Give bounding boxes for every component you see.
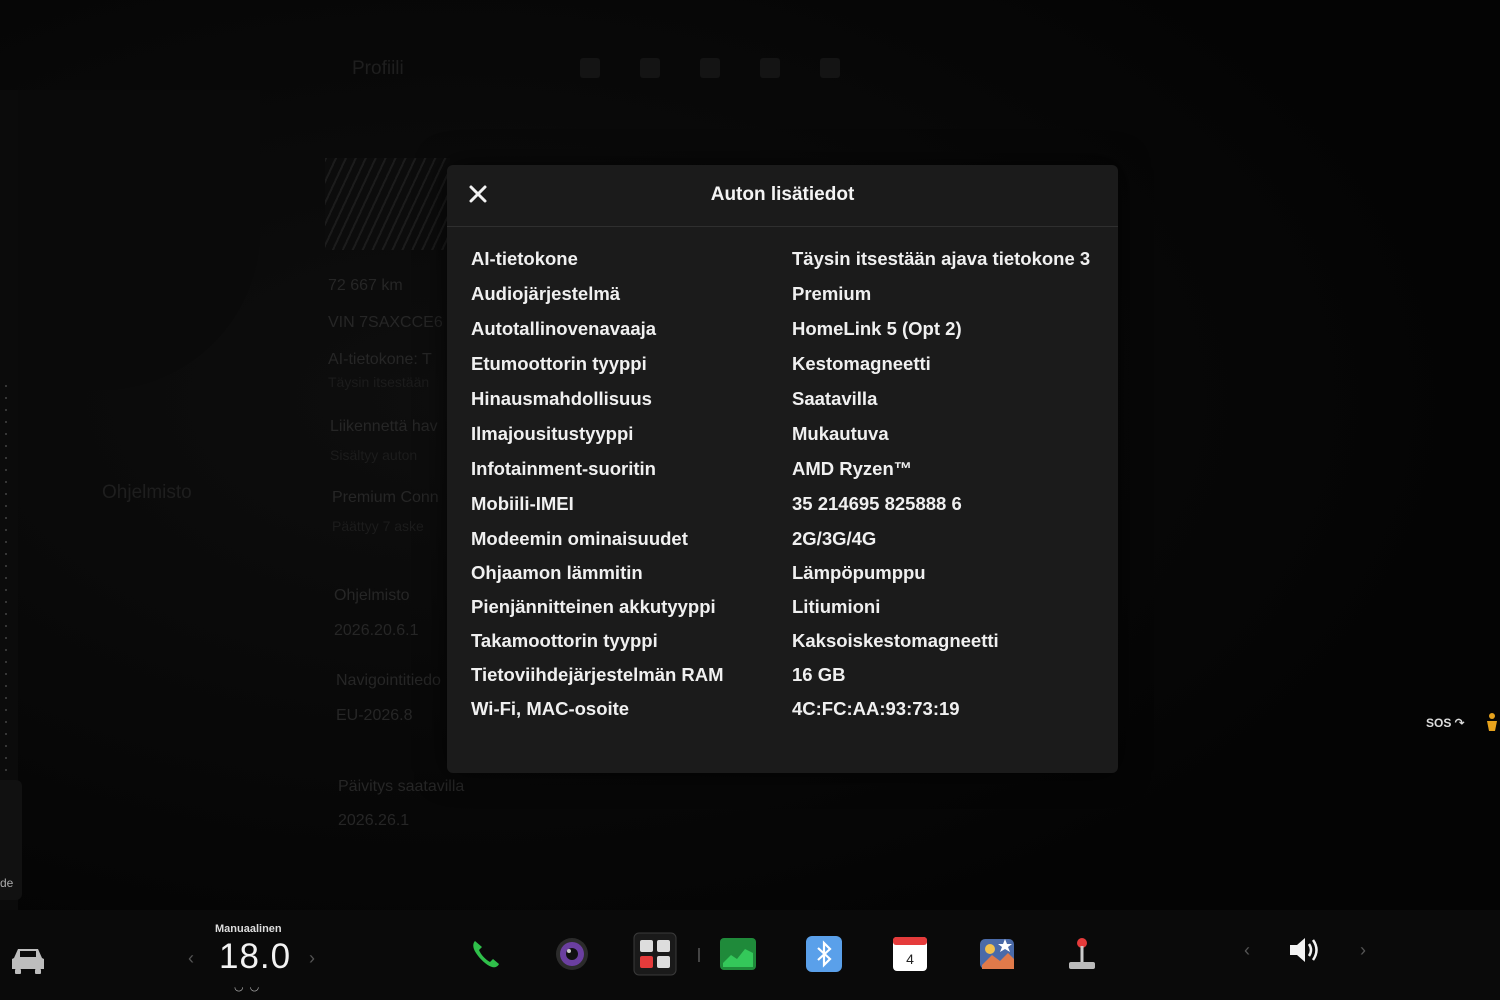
details-list: AI-tietokone Täysin itsestään ajava tiet… <box>471 247 1096 720</box>
row-value: 35 214695 825888 6 <box>792 493 962 514</box>
row-label: Wi-Fi, MAC-osoite <box>471 698 630 719</box>
energy-chart-icon[interactable] <box>719 935 757 973</box>
details-row: Infotainment-suoritin AMD Ryzen™ <box>471 457 1096 480</box>
bluetooth-icon[interactable] <box>760 58 780 78</box>
phone-icon[interactable] <box>466 935 504 973</box>
bell-icon[interactable] <box>700 58 720 78</box>
nav-data-label: Navigointitiedo <box>336 672 441 689</box>
temperature-display[interactable]: 18.0 <box>219 937 291 977</box>
modal-header: Auton lisätiedot <box>447 165 1118 227</box>
bluetooth-icon[interactable] <box>805 935 843 973</box>
volume-up-arrow[interactable]: › <box>1360 940 1366 961</box>
app-launcher-icon[interactable] <box>633 932 677 976</box>
temp-down-arrow[interactable]: ‹ <box>188 948 194 969</box>
sos-indicator[interactable]: SOS ↷ <box>1426 716 1465 730</box>
home-icon[interactable] <box>640 58 660 78</box>
calendar-icon[interactable]: 4 <box>891 935 929 973</box>
calendar-day: 4 <box>906 951 914 967</box>
premium-sub: Päättyy 7 aske <box>332 518 424 534</box>
row-label: Infotainment-suoritin <box>471 458 656 479</box>
row-label: Takamoottorin tyyppi <box>471 630 658 651</box>
details-row: AI-tietokone Täysin itsestään ajava tiet… <box>471 247 1096 270</box>
premium-label: Premium Conn <box>332 489 439 506</box>
left-scroll-dots <box>4 380 8 800</box>
row-value: Lämpöpumppu <box>792 562 926 583</box>
temp-up-arrow[interactable]: › <box>309 948 315 969</box>
row-label: Hinausmahdollisuus <box>471 388 652 409</box>
row-value: Kaksoiskestomagneetti <box>792 630 999 651</box>
software-label: Ohjelmisto <box>334 587 410 604</box>
row-value: 16 GB <box>792 664 846 685</box>
volume-down-arrow[interactable]: ‹ <box>1244 940 1250 961</box>
row-label: Autotallinovenavaaja <box>471 318 657 339</box>
row-label: Ilmajousitustyyppi <box>471 423 634 444</box>
row-label: Pienjännitteinen akkutyyppi <box>471 596 716 617</box>
row-value: HomeLink 5 (Opt 2) <box>792 318 962 339</box>
row-value: Litiumioni <box>792 596 881 617</box>
row-label: AI-tietokone <box>471 248 578 269</box>
camera-icon[interactable] <box>553 935 591 973</box>
climate-mode: Manuaalinen <box>215 923 282 935</box>
odometer: 72 667 km <box>328 277 403 294</box>
update-label: Päivitys saatavilla <box>338 778 465 795</box>
row-label: Audiojärjestelmä <box>471 283 621 304</box>
toybox-icon[interactable] <box>978 935 1016 973</box>
signal-icon[interactable] <box>820 58 840 78</box>
details-row: Takamoottorin tyyppi Kaksoiskestomagneet… <box>471 629 1096 652</box>
details-row: Ilmajousitustyyppi Mukautuva <box>471 422 1096 445</box>
details-row: Ohjaamon lämmitin Lämpöpumppu <box>471 561 1096 584</box>
vin: VIN 7SAXCCE6 <box>328 314 443 331</box>
profile-label[interactable]: Profiili <box>352 58 404 80</box>
arcade-icon[interactable] <box>1063 935 1101 973</box>
vehicle-details-modal: Auton lisätiedot AI-tietokone Täysin its… <box>447 165 1118 773</box>
details-row: Audiojärjestelmä Premium <box>471 282 1096 305</box>
nav-data-version: EU-2026.8 <box>336 707 413 724</box>
row-value: 4C:FC:AA:93:73:19 <box>792 698 960 719</box>
details-row: Tietoviihdejärjestelmän RAM 16 GB <box>471 663 1096 686</box>
ai-computer-sub: Täysin itsestään <box>328 374 430 390</box>
row-value: Mukautuva <box>792 423 889 444</box>
car-icon[interactable] <box>8 942 48 976</box>
details-row: Hinausmahdollisuus Saatavilla <box>471 387 1096 410</box>
seat-heater-icons[interactable]: ◡◡ <box>234 980 265 993</box>
row-label: Ohjaamon lämmitin <box>471 562 643 583</box>
sos-label: SOS <box>1426 716 1452 730</box>
modal-title: Auton lisätiedot <box>710 184 855 205</box>
volume-icon[interactable] <box>1286 934 1324 966</box>
ai-computer-label[interactable]: AI-tietokone: T <box>328 351 432 369</box>
nav-software[interactable]: Ohjelmisto <box>102 482 192 504</box>
row-label: Modeemin ominaisuudet <box>471 528 688 549</box>
row-value: 2G/3G/4G <box>792 528 877 549</box>
row-value: Saatavilla <box>792 388 878 409</box>
row-label: Tietoviihdejärjestelmän RAM <box>471 664 724 685</box>
details-row: Wi-Fi, MAC-osoite 4C:FC:AA:93:73:19 <box>471 697 1096 720</box>
details-row: Pienjännitteinen akkutyyppi Litiumioni <box>471 595 1096 618</box>
traffic-sub: Sisältyy auton <box>330 447 418 463</box>
row-value: AMD Ryzen™ <box>792 458 913 479</box>
download-icon[interactable] <box>580 58 600 78</box>
header-icons <box>580 58 840 78</box>
row-value: Premium <box>792 283 872 304</box>
traffic-label: Liikennettä hav <box>330 418 438 435</box>
details-row: Autotallinovenavaaja HomeLink 5 (Opt 2) <box>471 317 1096 340</box>
details-row: Etumoottorin tyyppi Kestomagneetti <box>471 352 1096 375</box>
row-label: Mobiili-IMEI <box>471 493 574 514</box>
row-label: Etumoottorin tyyppi <box>471 353 647 374</box>
car-image <box>325 158 450 250</box>
row-value: Kestomagneetti <box>792 353 931 374</box>
update-version: 2026.26.1 <box>338 812 410 829</box>
details-row: Mobiili-IMEI 35 214695 825888 6 <box>471 492 1096 515</box>
dock-separator <box>698 948 700 962</box>
details-row: Modeemin ominaisuudet 2G/3G/4G <box>471 527 1096 550</box>
software-version: 2026.20.6.1 <box>334 622 419 639</box>
airbag-warning-icon <box>1487 713 1497 731</box>
row-value: Täysin itsestään ajava tietokone 3 <box>792 248 1091 269</box>
side-tab-label: de <box>0 876 14 890</box>
